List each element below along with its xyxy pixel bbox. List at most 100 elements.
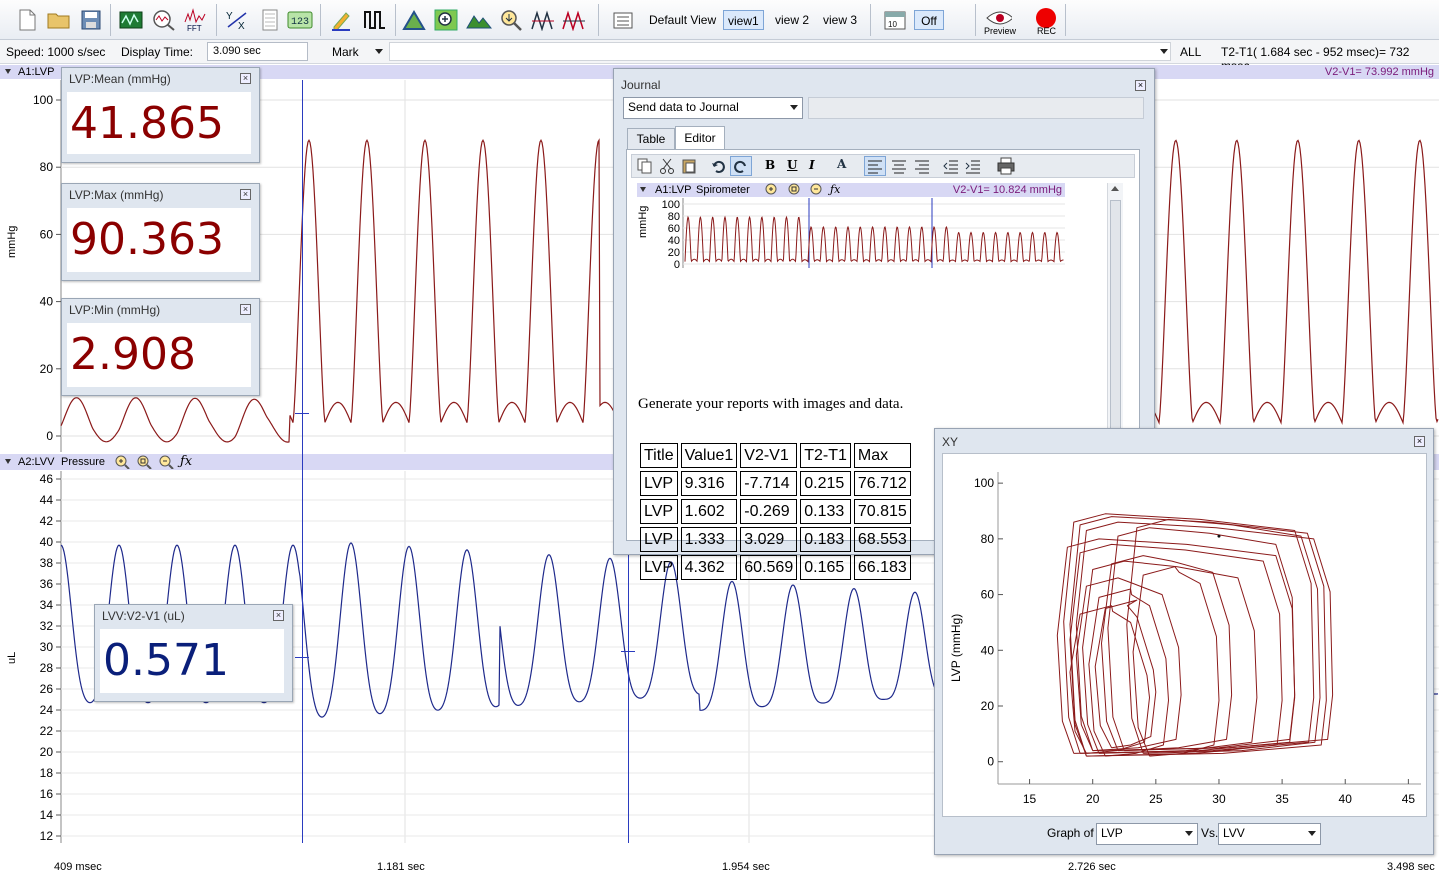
table-cell[interactable]: 76.712 [853,471,911,496]
journal-input[interactable] [808,97,1144,119]
collapse-arrow-icon[interactable] [640,187,646,192]
mini-channel-header[interactable]: A1:LVP Spirometer ƒx V2-V1= 10.824 mmHg [637,183,1065,197]
digital-display-icon[interactable]: 123 [287,6,313,34]
align-right-icon[interactable] [914,158,930,177]
table-cell[interactable]: LVP [640,471,678,496]
all-label[interactable]: ALL [1180,45,1201,59]
table-cell[interactable]: -7.714 [740,471,798,496]
xy-window[interactable]: XY × LVP (mmHg) 100 80 60 40 20 0 15 20 25 30 35 40… [934,428,1434,855]
mountains-icon[interactable] [466,6,492,34]
redo-icon[interactable] [730,156,752,176]
display-time-input[interactable]: 3.090 sec [207,42,308,61]
pulse-icon[interactable] [362,6,388,34]
xy-plot-icon[interactable]: YX [224,6,250,34]
peak-icon[interactable] [401,6,427,34]
cut-icon[interactable] [659,158,675,177]
close-icon[interactable]: × [240,73,251,84]
function-icon[interactable]: ƒx [180,454,192,470]
table-cell[interactable]: LVP [640,527,678,552]
table-cell[interactable]: Max [853,443,911,468]
default-view-button[interactable]: Default View [645,10,720,30]
close-icon[interactable]: × [240,189,251,200]
table-cell[interactable]: LVP [640,555,678,580]
lvp-min-meter[interactable]: LVP:Min (mmHg) × 2.908 [61,298,260,396]
close-icon[interactable]: × [1414,436,1425,447]
close-icon[interactable]: × [240,304,251,315]
outdent-icon[interactable] [943,158,959,177]
lvp-max-meter[interactable]: LVP:Max (mmHg) × 90.363 [61,183,260,281]
undo-icon[interactable] [711,158,727,177]
underline-icon[interactable]: U [787,158,797,172]
cursor-1[interactable] [302,80,303,843]
vs-select[interactable]: LVV [1218,823,1321,845]
table-cell[interactable]: 0.165 [800,555,851,580]
zoom-in-icon[interactable] [433,6,459,34]
mini-plot[interactable]: 100806040200 [651,198,1065,270]
table-cell[interactable]: 3.029 [740,527,798,552]
close-icon[interactable]: × [273,610,284,621]
table-cell[interactable]: T2-T1 [800,443,851,468]
xy-loop-plot[interactable]: 100 80 60 40 20 0 15 20 25 30 35 40 45 [943,454,1426,816]
table-cell[interactable]: LVP [640,499,678,524]
send-data-select[interactable]: Send data to Journal [623,97,803,119]
collapse-arrow-icon[interactable] [5,459,11,464]
table-cell[interactable]: 60.569 [740,555,798,580]
table-cell[interactable]: 70.815 [853,499,911,524]
lvp-mean-meter[interactable]: LVP:Mean (mmHg) × 41.865 [61,67,260,163]
channel-dropdown-icon[interactable] [1160,49,1168,54]
table-cell[interactable]: 1.602 [680,499,738,524]
table-cell[interactable]: -0.269 [740,499,798,524]
copy-icon[interactable] [637,158,653,177]
paste-icon[interactable] [681,158,697,177]
calendar-icon[interactable]: 10 [883,6,909,34]
fft-icon[interactable]: FFT [183,6,209,34]
off-toggle[interactable]: Off [914,10,944,30]
collapse-arrow-icon[interactable] [5,69,11,74]
lvv-v2v1-meter[interactable]: LVV:V2-V1 (uL) × 0.571 [94,604,293,702]
table-cell[interactable]: Title [640,443,678,468]
notebook-icon[interactable] [257,6,283,34]
table-cell[interactable]: 66.183 [853,555,911,580]
scroll-up-icon[interactable] [1111,186,1119,191]
tab-editor[interactable]: Editor [675,126,725,150]
align-left-icon[interactable] [864,156,886,176]
indent-icon[interactable] [965,158,981,177]
journal-text[interactable]: Generate your reports with images and da… [638,396,903,413]
zigzag-blue-icon[interactable] [530,6,556,34]
mark-input[interactable] [389,42,1171,61]
zoom-search-icon[interactable] [498,6,524,34]
chart-monitor-icon[interactable] [118,6,144,34]
tab-table[interactable]: Table [627,128,675,150]
journal-table[interactable]: Title Value1 V2-V1 T2-T1 Max LVP 9.316 -7.714 0.… [637,440,914,583]
view2-button[interactable]: view 2 [771,10,813,30]
view3-button[interactable]: view 3 [819,10,861,30]
table-cell[interactable]: Value1 [680,443,738,468]
mark-dropdown-icon[interactable] [375,49,383,54]
pencil-icon[interactable] [328,6,354,34]
view1-button[interactable]: view1 [723,10,764,30]
table-cell[interactable]: 4.362 [680,555,738,580]
table-cell[interactable]: 0.183 [800,527,851,552]
table-cell[interactable]: 68.553 [853,527,911,552]
new-file-icon[interactable] [14,6,40,34]
table-cell[interactable]: 0.133 [800,499,851,524]
table-cell[interactable]: V2-V1 [740,443,798,468]
close-icon[interactable]: × [1135,80,1146,91]
save-icon[interactable] [78,6,104,34]
table-cell[interactable]: 0.215 [800,471,851,496]
xy-plot-area[interactable]: LVP (mmHg) 100 80 60 40 20 0 15 20 25 30 35 40 45 [942,453,1427,817]
align-center-icon[interactable] [891,158,907,177]
table-cell[interactable]: 9.316 [680,471,738,496]
zoom-wave-icon[interactable] [151,6,177,34]
open-folder-icon[interactable] [46,6,72,34]
table-cell[interactable]: 1.333 [680,527,738,552]
function-icon[interactable]: ƒx [830,183,840,197]
italic-icon[interactable]: I [809,158,815,172]
cursor-2[interactable] [628,555,629,843]
graph-of-select[interactable]: LVP [1096,823,1198,845]
print-icon[interactable] [997,157,1015,178]
font-color-icon[interactable]: A [837,157,846,171]
zigzag-red-icon[interactable] [561,6,587,34]
bold-icon[interactable]: B [765,158,775,172]
view-list-icon[interactable] [611,6,637,34]
